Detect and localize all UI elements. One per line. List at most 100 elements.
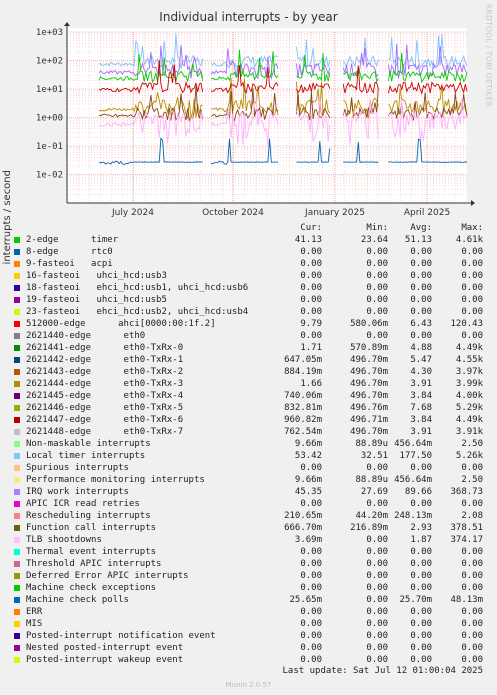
y-axis-arrow — [64, 22, 70, 26]
legend-label: 2621444-edge eth0-TxRx-3 — [26, 379, 184, 389]
legend-max-value: 3.91k — [455, 427, 483, 437]
legend-row: 2621446-edge eth0-TxRx-5 832.81m 496.76m 7.… — [0, 402, 497, 414]
plot-area: 1e-02 1e-01 1e+00 1e+01 1e+02 1e+03 July 2024 O… — [36, 22, 475, 218]
legend-swatch — [14, 537, 20, 543]
legend-label: APIC ICR read retries — [26, 499, 140, 509]
legend-label: 23-fasteoi ehci_hcd:usb2, uhci_hcd:usb4 — [26, 307, 249, 317]
legend-row: Non-maskable interrupts 9.66m 88.89u 456.64… — [0, 438, 497, 450]
legend-cur-value: 0.00 — [300, 607, 322, 617]
legend-row: Posted-interrupt wakeup event 0.00 0.00 0.0… — [0, 654, 497, 666]
legend-max-value: 2.50 — [461, 439, 483, 449]
legend-row: 2621442-edge eth0-TxRx-1 647.05m 496.70m 5.… — [0, 354, 497, 366]
legend-max-value: 0.00 — [461, 499, 483, 509]
legend-max-value: 0.00 — [461, 295, 483, 305]
legend-swatch — [14, 645, 20, 651]
legend-max-value: 0.00 — [461, 283, 483, 293]
legend-max-value: 3.99k — [455, 379, 483, 389]
legend-label: 2621440-edge eth0 — [26, 331, 146, 341]
legend-max-value: 368.73 — [450, 487, 483, 497]
legend-swatch — [14, 441, 20, 447]
last-update: Last update: Sat Jul 12 01:00:04 2025 — [282, 666, 483, 676]
legend-swatch — [14, 309, 20, 315]
legend-max-value: 0.00 — [461, 247, 483, 257]
legend-swatch — [14, 417, 20, 423]
legend-max-value: 120.43 — [450, 319, 483, 329]
y-tick-label: 1e-02 — [36, 171, 63, 181]
legend-row: Function call interrupts 666.70m 216.89m 2.… — [0, 522, 497, 534]
legend-swatch — [14, 621, 20, 627]
legend-cur-value: 0.00 — [300, 571, 322, 581]
legend-cur-value: 884.19m — [284, 367, 322, 377]
legend-swatch — [14, 633, 20, 639]
legend-cur-value: 9.66m — [294, 439, 322, 449]
legend-label: MIS — [26, 619, 43, 629]
legend-label: TLB shootdowns — [26, 535, 102, 545]
y-tick-label: 1e+01 — [36, 85, 63, 95]
legend-cur-value: 0.00 — [300, 547, 322, 557]
legend-label: Nested posted-interrupt event — [26, 643, 184, 653]
legend-row: Thermal event interrupts 0.00 0.00 0.00 0.00 — [0, 546, 497, 558]
legend-swatch — [14, 489, 20, 495]
legend-row: 19-fasteoi uhci_hcd:usb5 0.00 0.00 0.00 0.00 — [0, 294, 497, 306]
legend-max-value: 4.00k — [455, 391, 483, 401]
legend-cur-value: 0.00 — [300, 619, 322, 629]
legend-row: 2621448-edge eth0-TxRx-7 762.54m 496.70m 3.… — [0, 426, 497, 438]
legend-max-value: 0.00 — [461, 271, 483, 281]
legend-label: Deferred Error APIC interrupts — [26, 571, 189, 581]
legend-cur-value: 0.00 — [300, 631, 322, 641]
legend-swatch — [14, 501, 20, 507]
legend-max-value: 0.00 — [461, 631, 483, 641]
legend-row: APIC ICR read retries 0.00 0.00 0.00 0.00 — [0, 498, 497, 510]
legend-cur-value: 647.05m — [284, 355, 322, 365]
legend-row: TLB shootdowns 3.69m 0.00 1.87 374.17 — [0, 534, 497, 546]
legend-cur-value: 666.70m — [284, 523, 322, 533]
legend-row: MIS 0.00 0.00 0.00 0.00 — [0, 618, 497, 630]
legend-cur-value: 960.82m — [284, 415, 322, 425]
legend-row: 9-fasteoi acpi 0.00 0.00 0.00 0.00 — [0, 258, 497, 270]
y-tick-label: 1e+00 — [36, 114, 63, 124]
legend-cur-value: 0.00 — [300, 283, 322, 293]
x-tick-label: October 2024 — [202, 208, 264, 218]
legend-cur-value: 0.00 — [300, 331, 322, 341]
legend-row: Nested posted-interrupt event 0.00 0.00 0.0… — [0, 642, 497, 654]
legend-swatch — [14, 525, 20, 531]
legend-cur-value: 9.66m — [294, 475, 322, 485]
legend-swatch — [14, 285, 20, 291]
legend-max-value: 0.00 — [461, 259, 483, 269]
legend-row: 2621441-edge eth0-TxRx-0 1.71 570.89m 4.88 4… — [0, 342, 497, 354]
col-max-header: Max: — [461, 223, 483, 233]
legend-cur-value: 0.00 — [300, 643, 322, 653]
legend-label: 2621445-edge eth0-TxRx-4 — [26, 391, 184, 401]
legend-row: 2621444-edge eth0-TxRx-3 1.66 496.70m 3.91 3… — [0, 378, 497, 390]
legend-row: 18-fasteoi ehci_hcd:usb1, uhci_hcd:usb6 0… — [0, 282, 497, 294]
legend-max-value: 0.00 — [461, 307, 483, 317]
legend-max-value: 0.00 — [461, 643, 483, 653]
legend-swatch — [14, 261, 20, 267]
legend-label: 2621448-edge eth0-TxRx-7 — [26, 427, 184, 437]
legend-cur-value: 762.54m — [284, 427, 322, 437]
legend-swatch — [14, 345, 20, 351]
legend-max-value: 0.00 — [461, 559, 483, 569]
legend-cur-value: 0.00 — [300, 463, 322, 473]
legend-header: Cur: Min: Avg: Max: — [0, 222, 497, 234]
legend-cur-value: 53.42 — [294, 451, 322, 461]
legend-max-value: 0.00 — [461, 655, 483, 665]
munin-graph: Individual interrupts - by year RRDTOOL … — [0, 0, 497, 695]
legend-cur-value: 832.81m — [284, 403, 322, 413]
legend-swatch — [14, 477, 20, 483]
legend-row: Spurious interrupts 0.00 0.00 0.00 0.00 — [0, 462, 497, 474]
legend-cur-value: 0.00 — [300, 259, 322, 269]
legend-cur-value: 9.79 — [300, 319, 322, 329]
legend-label: ERR — [26, 607, 43, 617]
legend-label: 2621443-edge eth0-TxRx-2 — [26, 367, 184, 377]
legend-swatch — [14, 369, 20, 375]
legend-cur-value: 0.00 — [300, 583, 322, 593]
legend-max-value: 2.08 — [461, 511, 483, 521]
legend-label: 2621442-edge eth0-TxRx-1 — [26, 355, 184, 365]
col-cur-header: Cur: — [300, 223, 322, 233]
munin-version: Munin 2.0.57 — [225, 681, 272, 689]
legend-label: IRQ work interrupts — [26, 487, 129, 497]
legend-label: 18-fasteoi ehci_hcd:usb1, uhci_hcd:usb6 — [26, 283, 249, 293]
legend-swatch — [14, 549, 20, 555]
legend-swatch — [14, 453, 20, 459]
